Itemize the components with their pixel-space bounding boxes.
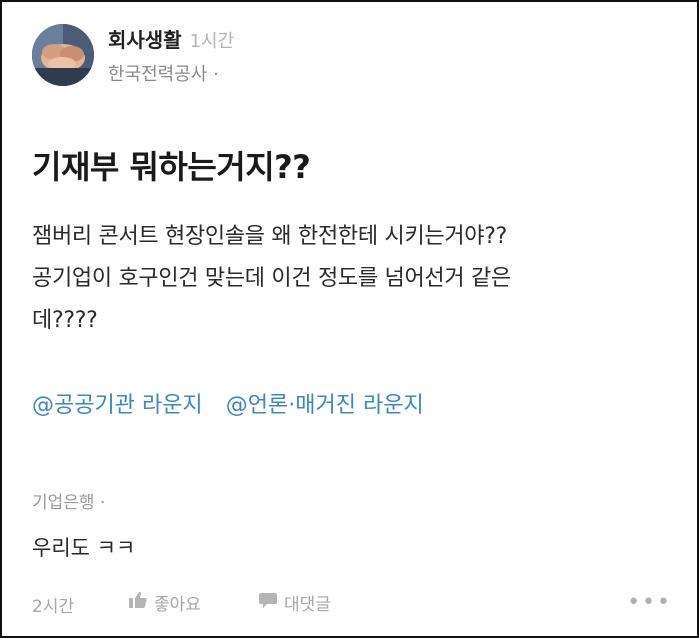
more-dots-icon[interactable]: ••• [627,590,672,615]
post-body: 잼버리 콘서트 현장인솔을 왜 한전한테 시키는거야?? 공기업이 호구인건 맞… [32,216,672,342]
author-company: 한국전력공사 · [108,64,219,85]
comment-time: 2시간 [32,597,75,617]
comment-author-company: 기업은행 · [32,493,106,513]
like-button[interactable]: 좋아요 [128,590,201,615]
thumbs-up-icon [128,590,148,615]
like-label: 좋아요 [154,595,201,615]
tag-media-magazine-lounge[interactable]: @언론·매거진 라운지 [226,393,424,418]
post-card: 회사생활 1시간 한국전력공사 · 기재부 뭐하는거지?? 잼버리 콘서트 현장인… [0,0,699,638]
post-body-line: 잼버리 콘서트 현장인솔을 왜 한전한테 시키는거야?? [32,224,507,249]
speech-bubble-icon [258,590,278,615]
reply-button[interactable]: 대댓글 [258,590,331,615]
reply-label: 대댓글 [284,595,331,615]
post-time: 1시간 [189,31,235,52]
post-body-line: 공기업이 호구인건 맞는데 이건 정도를 넘어선거 같은 [32,266,511,291]
channel-label[interactable]: 회사생활 [108,28,182,52]
comment-footer: 2시간 좋아요 대댓글 ••• [32,590,672,618]
post-body-line: 데???? [32,308,98,333]
avatar-hands-icon [32,24,94,86]
channel-avatar[interactable] [32,24,94,86]
post-title: 기재부 뭐하는거지?? [32,148,311,186]
channel-name[interactable]: 회사생활 1시간 [108,24,234,53]
tag-public-institution-lounge[interactable]: @공공기관 라운지 [32,393,203,418]
topic-tags: @공공기관 라운지 @언론·매거진 라운지 [32,387,442,419]
comment-text: 우리도 ㅋㅋ [32,536,136,560]
